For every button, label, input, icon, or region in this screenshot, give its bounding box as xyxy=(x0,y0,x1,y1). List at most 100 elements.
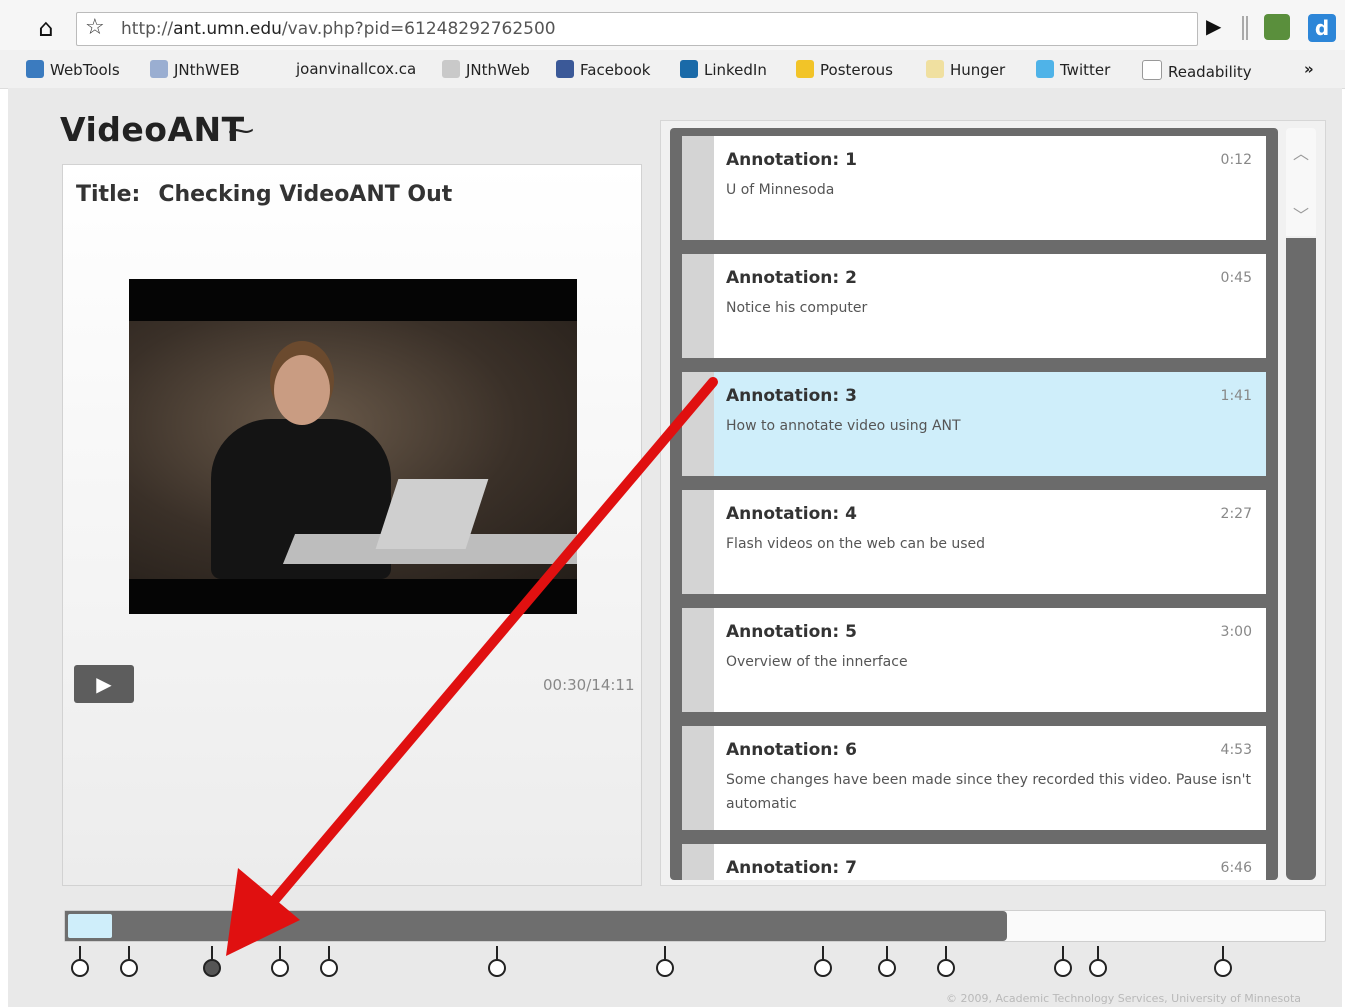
annotation-stripe xyxy=(682,254,714,358)
bookmark-7[interactable]: Hunger xyxy=(926,60,1005,79)
annotation-scrollbar[interactable]: ︿ ﹀ xyxy=(1286,128,1316,880)
marker-stem xyxy=(328,946,330,960)
bookmark-star-icon[interactable]: ☆ xyxy=(85,15,105,40)
timeline-marker[interactable] xyxy=(119,946,139,980)
bookmarks-bar: WebTools JNthWEB joanvinallcox.ca JNthWeb Fa… xyxy=(0,50,1345,89)
timeline-marker[interactable] xyxy=(877,946,897,980)
bookmark-label: Facebook xyxy=(580,61,651,79)
bookmark-6[interactable]: Posterous xyxy=(796,60,893,79)
scroll-down-icon[interactable]: ﹀ xyxy=(1286,202,1316,226)
bookmark-label: Readability xyxy=(1168,63,1252,81)
annotation-heading: Annotation: 3 xyxy=(726,386,857,406)
annotation-heading: Annotation: 7 xyxy=(726,858,857,878)
marker-stem xyxy=(79,946,81,960)
timeline-playhead[interactable] xyxy=(68,914,112,938)
marker-stem xyxy=(279,946,281,960)
annotation-time: 0:12 xyxy=(1220,152,1252,168)
timeline-marker[interactable] xyxy=(202,946,222,980)
bookmark-label: Twitter xyxy=(1060,61,1111,79)
ant-logo-icon: ⁓ xyxy=(228,116,254,146)
annotation-heading: Annotation: 6 xyxy=(726,740,857,760)
bookmark-label: JNthWeb xyxy=(466,61,530,79)
marker-dot xyxy=(656,959,674,977)
bookmarks-overflow-icon[interactable]: » xyxy=(1304,60,1314,78)
marker-stem xyxy=(945,946,947,960)
marker-stem xyxy=(822,946,824,960)
evernote-extension-icon[interactable] xyxy=(1264,14,1290,40)
timeline-bar[interactable] xyxy=(64,910,1326,942)
url-text[interactable]: http://ant.umn.edu/vav.php?pid=612482927… xyxy=(121,19,556,39)
bookmark-5[interactable]: LinkedIn xyxy=(680,60,767,79)
home-icon[interactable]: ⌂ xyxy=(28,12,64,44)
marker-dot xyxy=(120,959,138,977)
annotation-time: 2:27 xyxy=(1220,506,1252,522)
annotation-heading: Annotation: 4 xyxy=(726,504,857,524)
posterous-pb-icon xyxy=(442,60,460,78)
twitter-icon xyxy=(1036,60,1054,78)
marker-dot xyxy=(71,959,89,977)
timeline-marker[interactable] xyxy=(655,946,675,980)
annotation-card[interactable]: Annotation: 5 3:00 Overview of the innerfa… xyxy=(682,608,1266,712)
address-bar[interactable]: ☆ http://ant.umn.edu/vav.php?pid=6124829… xyxy=(76,12,1198,46)
scroll-buttons: ︿ ﹀ xyxy=(1286,128,1316,236)
annotation-time: 3:00 xyxy=(1220,624,1252,640)
annotation-heading: Annotation: 2 xyxy=(726,268,857,288)
wordpress-icon xyxy=(26,60,44,78)
timeline-marker[interactable] xyxy=(936,946,956,980)
timeline-marker[interactable] xyxy=(270,946,290,980)
bookmark-label: JNthWEB xyxy=(174,61,240,79)
timeline-progress xyxy=(65,911,1008,941)
marker-dot xyxy=(878,959,896,977)
bookmark-label: Hunger xyxy=(950,61,1006,79)
bookmark-2[interactable]: joanvinallcox.ca xyxy=(296,60,416,78)
posterous-icon xyxy=(796,60,814,78)
annotation-card[interactable]: Annotation: 1 0:12 U of Minnesoda xyxy=(682,136,1266,240)
facebook-icon xyxy=(556,60,574,78)
annotation-time: 0:45 xyxy=(1220,270,1252,286)
bookmark-8[interactable]: Twitter xyxy=(1036,60,1110,79)
annotation-text: Some changes have been made since they r… xyxy=(726,772,1251,812)
timeline-marker[interactable] xyxy=(1088,946,1108,980)
marker-dot xyxy=(937,959,955,977)
timeline-marker[interactable] xyxy=(319,946,339,980)
bookmark-3[interactable]: JNthWeb xyxy=(442,60,530,79)
marker-dot xyxy=(271,959,289,977)
annotation-text: U of Minnesoda xyxy=(726,182,835,198)
bookmark-1[interactable]: JNthWEB xyxy=(150,60,240,79)
video-presenter-head xyxy=(274,355,330,425)
marker-dot xyxy=(488,959,506,977)
annotation-card[interactable]: Annotation: 6 4:53 Some changes have been … xyxy=(682,726,1266,830)
scroll-up-icon[interactable]: ︿ xyxy=(1286,140,1316,164)
annotation-stripe xyxy=(682,372,714,476)
extension-d-icon[interactable]: d xyxy=(1308,14,1336,42)
marker-stem xyxy=(664,946,666,960)
timeline-marker[interactable] xyxy=(487,946,507,980)
scroll-thumb[interactable] xyxy=(1286,238,1316,880)
timeline-marker[interactable] xyxy=(813,946,833,980)
annotation-card[interactable]: Annotation: 7 6:46 xyxy=(682,844,1266,880)
annotation-card[interactable]: Annotation: 2 0:45 Notice his computer xyxy=(682,254,1266,358)
marker-dot xyxy=(1214,959,1232,977)
annotation-card[interactable]: Annotation: 3 1:41 How to annotate video u… xyxy=(682,372,1266,476)
bookmark-label: LinkedIn xyxy=(704,61,767,79)
bookmark-4[interactable]: Facebook xyxy=(556,60,650,79)
linkedin-icon xyxy=(680,60,698,78)
timeline-marker[interactable] xyxy=(1213,946,1233,980)
marker-stem xyxy=(128,946,130,960)
video-player[interactable] xyxy=(129,279,577,614)
annotation-card[interactable]: Annotation: 4 2:27 Flash videos on the web… xyxy=(682,490,1266,594)
annotation-time: 4:53 xyxy=(1220,742,1252,758)
marker-stem xyxy=(496,946,498,960)
marker-stem xyxy=(886,946,888,960)
bookmark-9[interactable]: Readability xyxy=(1142,60,1252,81)
bookmark-0[interactable]: WebTools xyxy=(26,60,120,79)
annotation-text: Flash videos on the web can be used xyxy=(726,536,986,552)
annotation-heading: Annotation: 5 xyxy=(726,622,857,642)
play-button[interactable]: ▶ xyxy=(74,665,134,703)
timeline-marker[interactable] xyxy=(1053,946,1073,980)
go-arrow-icon[interactable]: ▶ xyxy=(1206,14,1221,38)
marker-dot xyxy=(203,959,221,977)
timeline-marker[interactable] xyxy=(70,946,90,980)
jnthweb-icon xyxy=(150,60,168,78)
marker-stem xyxy=(211,946,213,960)
